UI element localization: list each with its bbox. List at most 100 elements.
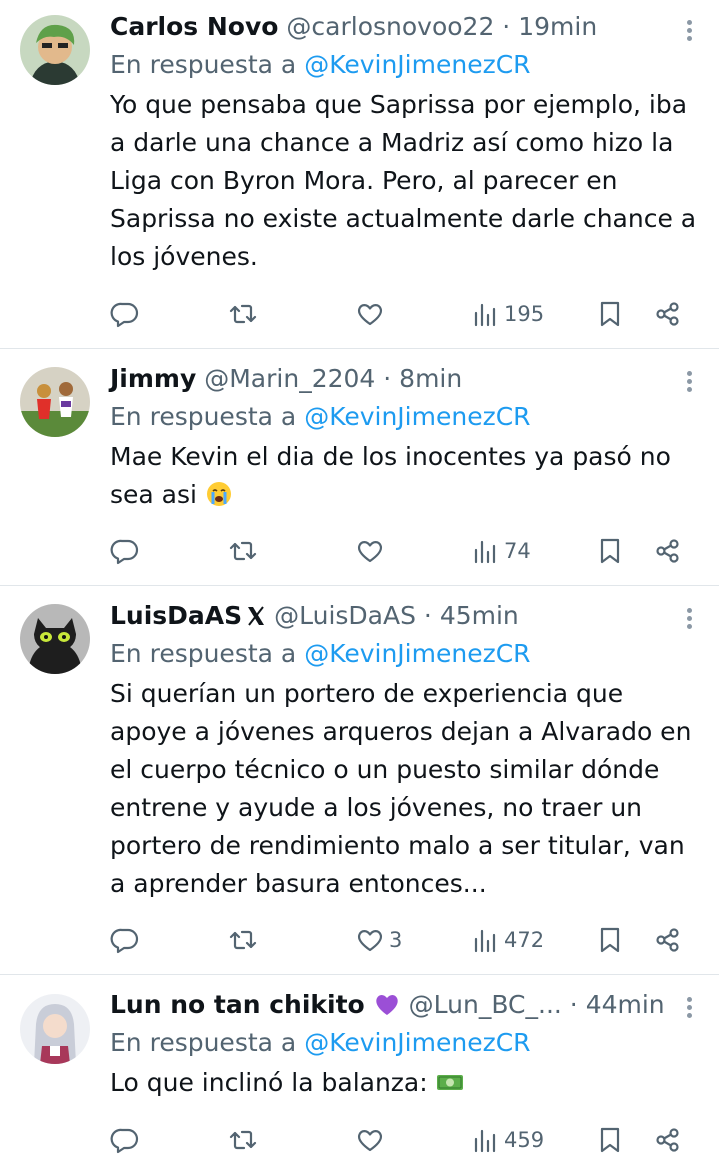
share-button[interactable]: [652, 534, 682, 568]
reply-context: En respuesta a @KevinJimenezCR: [110, 50, 699, 80]
bookmark-button[interactable]: [595, 297, 625, 331]
retweet-button[interactable]: [228, 1123, 258, 1157]
more-icon[interactable]: [685, 997, 693, 1019]
views-button[interactable]: 472: [470, 923, 544, 957]
retweet-button[interactable]: [228, 297, 258, 331]
reply-mention-link[interactable]: @KevinJimenezCR: [304, 50, 530, 79]
share-button[interactable]: [652, 923, 682, 957]
user-handle[interactable]: @LuisDaAS: [274, 601, 416, 630]
tweet-actions: 74: [110, 534, 699, 568]
views-button[interactable]: 74: [470, 534, 531, 568]
bookmark-icon: [600, 301, 620, 327]
bookmark-button[interactable]: [595, 923, 625, 957]
avatar[interactable]: [20, 15, 90, 85]
separator-dot: ·: [375, 364, 400, 393]
tweet-text: Si querían un portero de experiencia que…: [110, 679, 692, 898]
share-icon: [656, 539, 679, 563]
timestamp[interactable]: 44min: [586, 990, 665, 1019]
like-button[interactable]: [355, 1123, 389, 1157]
share-icon: [656, 928, 679, 952]
views-icon: [474, 929, 496, 953]
retweet-button[interactable]: [228, 923, 258, 957]
reply-mention-link[interactable]: @KevinJimenezCR: [304, 1028, 530, 1057]
user-handle[interactable]: @Lun_BC_...: [409, 990, 562, 1019]
display-name[interactable]: Lun no tan chikito: [110, 990, 365, 1019]
like-icon: [358, 1130, 382, 1152]
bookmark-button[interactable]: [595, 534, 625, 568]
bookmark-icon: [600, 927, 620, 953]
tweet-text-wrapper: Mae Kevin el dia de los inocentes ya pas…: [110, 438, 699, 514]
tweet-text: Lo que inclinó la balanza:: [110, 1068, 428, 1097]
more-icon[interactable]: [685, 608, 693, 630]
reply-mention-link[interactable]: @KevinJimenezCR: [304, 402, 530, 431]
display-name[interactable]: Jimmy: [110, 364, 196, 393]
reply-prefix: En respuesta a: [110, 1028, 305, 1057]
tweet-text: Mae Kevin el dia de los inocentes ya pas…: [110, 442, 671, 509]
avatar[interactable]: [20, 994, 90, 1064]
like-button[interactable]: [355, 534, 389, 568]
views-button[interactable]: 459: [470, 1123, 544, 1157]
tweet[interactable]: Jimmy @Marin_2204 · 8min En respuesta a …: [0, 349, 719, 586]
like-count: 3: [389, 928, 403, 952]
like-button[interactable]: [355, 297, 389, 331]
reply-context: En respuesta a @KevinJimenezCR: [110, 1028, 699, 1058]
reply-button[interactable]: [110, 534, 140, 568]
like-button[interactable]: 3: [355, 923, 402, 957]
separator-dot: ·: [561, 990, 586, 1019]
views-icon: [474, 1129, 496, 1153]
views-icon: [474, 303, 496, 327]
separator-dot: ·: [494, 12, 519, 41]
avatar[interactable]: [20, 367, 90, 437]
view-count: 195: [504, 302, 545, 326]
like-icon: [358, 541, 382, 563]
reply-icon: [110, 928, 139, 954]
retweet-icon: [229, 304, 257, 324]
reply-prefix: En respuesta a: [110, 402, 305, 431]
reply-icon: [110, 539, 139, 565]
reply-icon: [110, 1128, 139, 1154]
retweet-button[interactable]: [228, 534, 258, 568]
reply-context: En respuesta a @KevinJimenezCR: [110, 639, 699, 669]
reply-mention-link[interactable]: @KevinJimenezCR: [304, 639, 530, 668]
share-button[interactable]: [652, 297, 682, 331]
retweet-icon: [229, 930, 257, 950]
more-icon[interactable]: [685, 20, 693, 42]
user-handle[interactable]: @carlosnovoo22: [286, 12, 494, 41]
timestamp[interactable]: 19min: [518, 12, 597, 41]
bookmark-icon: [600, 538, 620, 564]
reply-feed: Carlos Novo @carlosnovoo22 · 19min En re…: [0, 0, 719, 1173]
reply-context: En respuesta a @KevinJimenezCR: [110, 402, 699, 432]
user-handle[interactable]: @Marin_2204: [204, 364, 375, 393]
tweet[interactable]: LuisDaAS @LuisDaAS · 45min En respuesta …: [0, 586, 719, 975]
timestamp[interactable]: 45min: [440, 601, 519, 630]
display-name[interactable]: Carlos Novo: [110, 12, 278, 41]
retweet-icon: [229, 1130, 257, 1150]
separator-dot: ·: [415, 601, 440, 630]
share-icon: [656, 1128, 679, 1152]
tweet[interactable]: Lun no tan chikito @Lun_BC_... · 44min E…: [0, 975, 719, 1173]
avatar[interactable]: [20, 604, 90, 674]
reply-button[interactable]: [110, 1123, 140, 1157]
reply-button[interactable]: [110, 297, 140, 331]
views-icon: [474, 540, 496, 564]
more-icon[interactable]: [685, 371, 693, 393]
purple-heart-emoji-icon: [376, 995, 398, 1015]
bookmark-icon: [600, 1127, 620, 1153]
views-button[interactable]: 195: [470, 297, 544, 331]
like-icon: [358, 304, 382, 326]
display-name[interactable]: LuisDaAS: [110, 601, 242, 630]
tweet-text: Yo que pensaba que Saprissa por ejemplo,…: [110, 90, 697, 271]
tweet[interactable]: Carlos Novo @carlosnovoo22 · 19min En re…: [0, 0, 719, 349]
bookmark-button[interactable]: [595, 1123, 625, 1157]
reply-prefix: En respuesta a: [110, 50, 305, 79]
share-button[interactable]: [652, 1123, 682, 1157]
dollar-banknote-emoji-icon: [436, 1075, 463, 1090]
view-count: 472: [504, 928, 545, 952]
x-logo-icon: [248, 606, 265, 626]
reply-icon: [110, 302, 139, 328]
reply-button[interactable]: [110, 923, 140, 957]
timestamp[interactable]: 8min: [399, 364, 462, 393]
view-count: 459: [504, 1128, 545, 1152]
retweet-icon: [229, 541, 257, 561]
share-icon: [656, 302, 679, 326]
